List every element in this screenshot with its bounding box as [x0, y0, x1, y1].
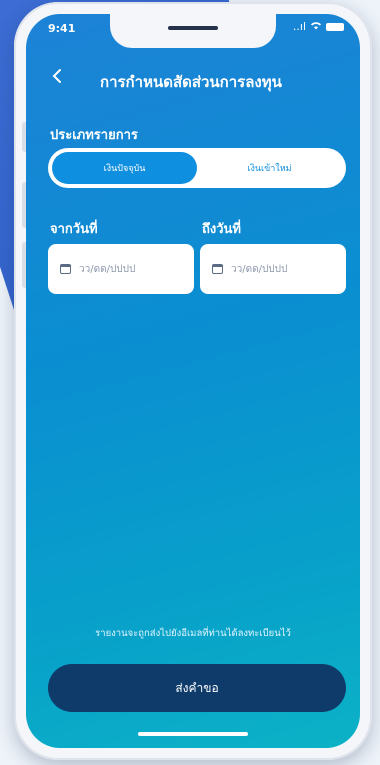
to-date-label: ถึงวันที่ [202, 222, 241, 237]
speaker [168, 26, 218, 30]
calendar-icon [212, 264, 223, 274]
status-time: 9:41 [48, 22, 76, 35]
submit-button[interactable]: ส่งคำขอ [48, 664, 346, 712]
signal-icon: ..ıl [292, 20, 306, 33]
type-label: ประเภทรายการ [50, 128, 138, 143]
to-date-field[interactable]: วว/ดด/ปปปป [200, 244, 346, 294]
segment-new-funds[interactable]: เงินเข้าใหม่ [197, 152, 342, 184]
segment-current-funds[interactable]: เงินปัจจุบัน [52, 152, 197, 184]
chevron-left-icon [52, 69, 61, 83]
from-date-placeholder: วว/ดด/ปปปป [79, 263, 136, 275]
from-date-field[interactable]: วว/ดด/ปปปป [48, 244, 194, 294]
notch [110, 14, 276, 48]
from-date-label: จากวันที่ [50, 222, 98, 237]
to-date-placeholder: วว/ดด/ปปปป [231, 263, 288, 275]
battery-icon [326, 22, 344, 31]
status-icons: ..ıl [293, 20, 344, 33]
email-note: รายงานจะถูกส่งไปยังอีเมลที่ท่านได้ลงทะเบ… [95, 628, 291, 639]
back-button[interactable] [52, 68, 62, 89]
home-indicator [138, 732, 248, 736]
app-screen: 9:41 ..ıl การกำหนดสัดส่วนการลงทุน ประเภท… [26, 14, 360, 748]
page-title: การกำหนดสัดส่วนการลงทุน [100, 73, 282, 91]
type-segmented-control: เงินปัจจุบัน เงินเข้าใหม่ [48, 148, 346, 188]
calendar-icon [60, 264, 71, 274]
wifi-icon [310, 20, 322, 33]
